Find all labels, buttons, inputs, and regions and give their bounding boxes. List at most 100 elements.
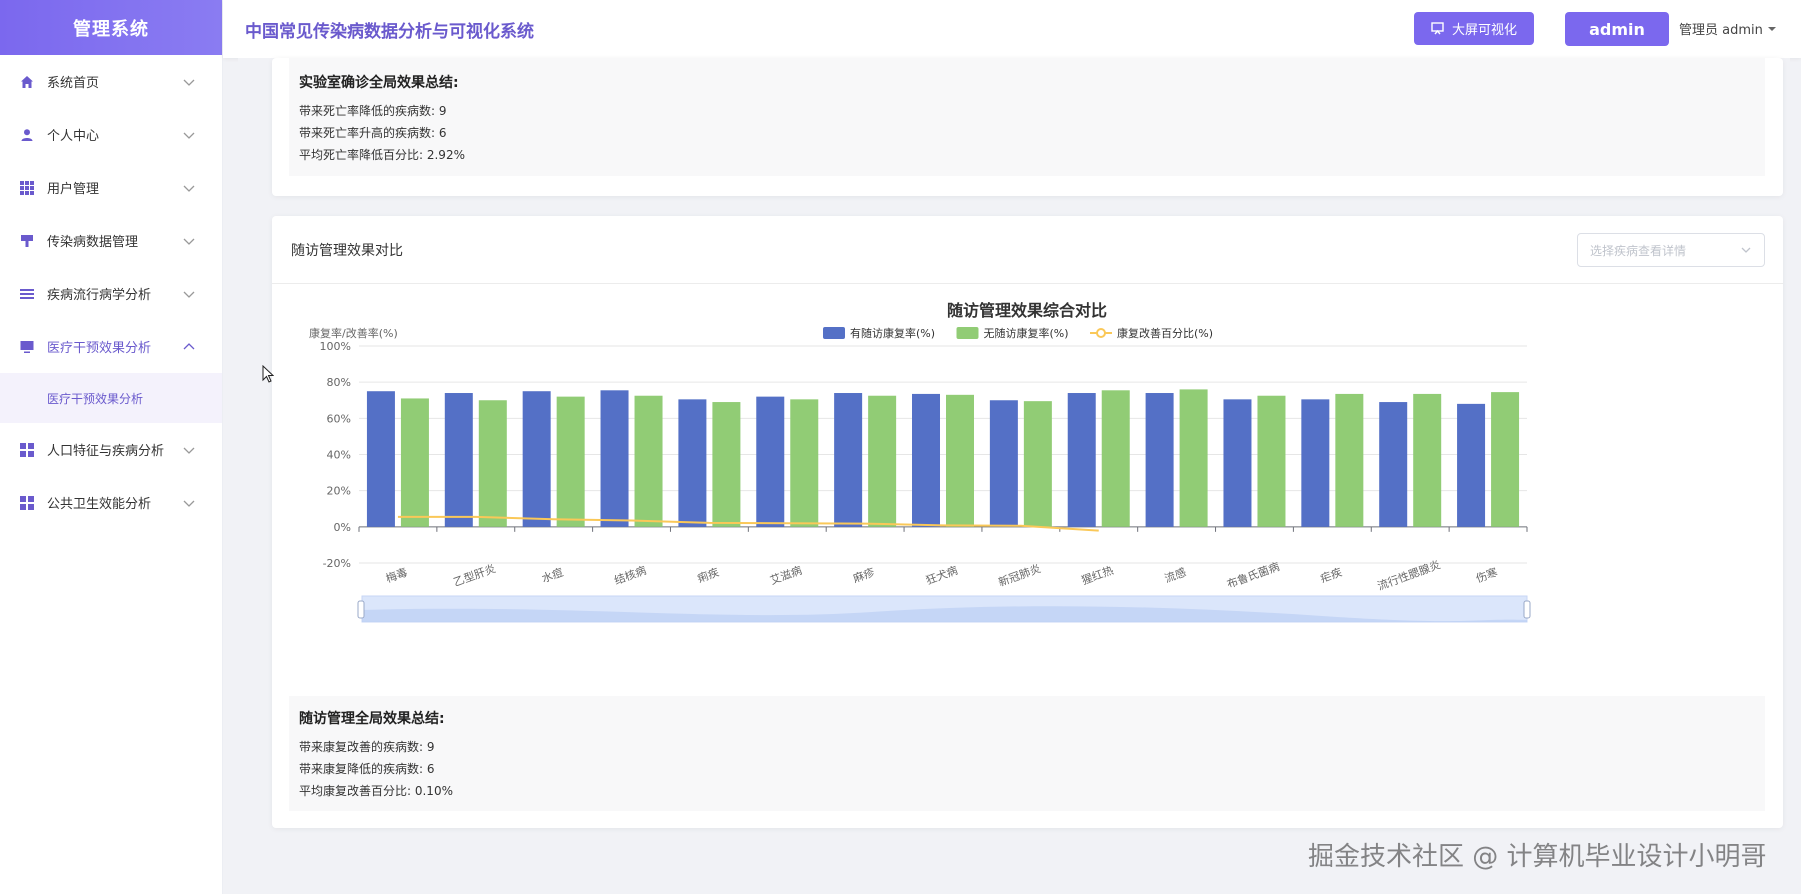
legend-swatch — [1096, 328, 1106, 338]
page-title: 中国常见传染病数据分析与可视化系统 — [245, 21, 534, 42]
chart-bar — [1145, 393, 1174, 527]
sidebar-item-users[interactable]: 用户管理 — [0, 161, 222, 214]
followup-card: 随访管理效果对比 选择疾病查看详情 随访管理效果综合对比 有随访康复率(%) 无随访… — [272, 216, 1783, 828]
sidebar-item-label: 系统首页 — [47, 76, 100, 91]
sidebar-item-label: 医疗干预效果分析 — [47, 341, 152, 356]
sidebar-item-disease-data[interactable]: 传染病数据管理 — [0, 214, 222, 267]
y-tick-label: 80% — [327, 376, 351, 389]
big-screen-button[interactable]: 大屏可视化 — [1414, 12, 1534, 45]
x-tick-label: 布鲁氏菌病 — [1225, 559, 1281, 591]
watermark-text: 掘金技术社区 @ 计算机毕业设计小明哥 — [1308, 842, 1767, 872]
chart-bar — [400, 398, 429, 527]
watermark: 掘金技术社区 @ 计算机毕业设计小明哥 — [1308, 836, 1767, 873]
sidebar-item-profile[interactable]: 个人中心 — [0, 108, 222, 161]
sidebar-item-demographics[interactable]: 人口特征与疾病分析 — [0, 423, 222, 476]
chart-bar — [912, 393, 940, 527]
chart-bar — [1335, 393, 1364, 527]
chart-bar — [678, 399, 707, 527]
legend-label: 无随访康复率(%) — [984, 326, 1069, 340]
chevron-down-icon — [183, 291, 195, 298]
chart-bar — [1491, 392, 1520, 527]
sidebar-item-label: 人口特征与疾病分析 — [47, 444, 165, 459]
y-tick-label: 60% — [327, 412, 351, 425]
x-tick-label: 艾滋病 — [768, 563, 804, 587]
chart-bar — [444, 393, 473, 527]
chart-bar — [634, 395, 663, 527]
datazoom-handle-left — [357, 600, 365, 619]
x-tick-label: 水痘 — [540, 565, 565, 586]
chevron-down-icon — [183, 447, 195, 454]
apps-icon — [20, 495, 34, 510]
caret-down-icon — [1767, 26, 1776, 31]
apps-icon — [20, 442, 34, 457]
chevron-down-icon — [183, 238, 195, 245]
mouse-cursor-icon — [262, 365, 274, 383]
disease-select-placeholder: 选择疾病查看详情 — [1590, 243, 1687, 258]
sidebar-item-public-health[interactable]: 公共卫生效能分析 — [0, 476, 222, 529]
chart-bar — [556, 396, 585, 527]
brush-icon — [20, 234, 34, 248]
followup-summary-line: 带来康复改善的疾病数: 9 — [299, 740, 435, 754]
lab-summary-title: 实验室确诊全局效果总结: — [299, 75, 459, 91]
chart-bar — [1101, 390, 1130, 527]
y-tick-label: -20% — [323, 557, 351, 570]
main-content: 实验室确诊全局效果总结: 带来死亡率降低的疾病数: 9 带来死亡率升高的疾病数:… — [238, 58, 1790, 894]
chart-bar — [1413, 393, 1442, 527]
followup-chart: 随访管理效果综合对比有随访康复率(%) 无随访康复率(%) 康复改善百分比(%) 康复… — [309, 301, 1531, 623]
x-tick-label: 结核病 — [612, 563, 648, 587]
monitor-icon — [20, 340, 34, 354]
sidebar: 管理系统 系统首页 个人中心 用户管理 传染病数据管理 疾病流行病学分析 医疗干… — [0, 0, 223, 894]
sidebar-item-label: 传染病数据管理 — [47, 235, 139, 250]
legend-swatch — [823, 327, 845, 339]
grid-icon — [20, 180, 34, 195]
chevron-down-icon — [183, 185, 195, 192]
followup-card-header: 随访管理效果对比 选择疾病查看详情 — [272, 216, 1783, 284]
followup-summary: 随访管理全局效果总结: 带来康复改善的疾病数: 9 带来康复降低的疾病数: 6 … — [289, 696, 1765, 811]
lab-summary-line: 带来死亡率降低的疾病数: 9 — [299, 104, 447, 118]
disease-select[interactable]: 选择疾病查看详情 — [1577, 233, 1765, 267]
lab-summary: 实验室确诊全局效果总结: 带来死亡率降低的疾病数: 9 带来死亡率升高的疾病数:… — [289, 58, 1765, 176]
chart-bar — [790, 399, 819, 527]
chart-bar — [712, 402, 741, 527]
chevron-up-icon — [183, 342, 195, 349]
sidebar-item-label: 用户管理 — [47, 182, 100, 197]
chevron-down-icon — [1741, 247, 1751, 253]
chart-bar — [1067, 393, 1096, 527]
chart-bar — [946, 394, 974, 527]
brand-title: 管理系统 — [0, 0, 222, 55]
sidebar-item-epidemiology[interactable]: 疾病流行病学分析 — [0, 267, 222, 320]
x-tick-label: 梅毒 — [384, 565, 409, 586]
chart-bar — [1457, 403, 1486, 527]
admin-button[interactable]: admin — [1565, 12, 1669, 46]
chart-bar — [989, 400, 1018, 527]
sidebar-item-home[interactable]: 系统首页 — [0, 55, 222, 108]
legend-label: 有随访康复率(%) — [850, 326, 935, 340]
big-screen-label: 大屏可视化 — [1451, 23, 1517, 38]
list-icon — [20, 287, 34, 301]
sidebar-item-intervention[interactable]: 医疗干预效果分析 — [0, 320, 222, 373]
x-tick-label: 伤寒 — [1474, 565, 1499, 586]
user-menu[interactable]: 管理员 admin — [1679, 19, 1777, 38]
y-tick-label: 20% — [327, 485, 351, 498]
chart-bar — [522, 391, 551, 527]
chevron-down-icon — [183, 500, 195, 507]
lab-summary-line: 平均死亡率降低百分比: 2.92% — [299, 148, 465, 162]
x-tick-label: 疟疾 — [1318, 565, 1343, 586]
chart-bar — [1223, 399, 1252, 527]
chart-bar — [478, 400, 507, 527]
chart-bar — [1257, 395, 1286, 527]
home-icon — [20, 75, 34, 89]
sidebar-item-label: 个人中心 — [47, 129, 100, 144]
lab-summary-line: 带来死亡率升高的疾病数: 6 — [299, 126, 447, 140]
sidebar-subitem-intervention-analysis[interactable]: 医疗干预效果分析 — [0, 373, 222, 423]
x-tick-label: 痢疾 — [695, 565, 720, 586]
y-tick-label: 40% — [327, 449, 351, 462]
x-tick-label: 流感 — [1163, 565, 1188, 586]
chart-bar — [1179, 389, 1208, 527]
sidebar-item-label: 公共卫生效能分析 — [47, 497, 152, 512]
sidebar-item-label: 疾病流行病学分析 — [47, 288, 152, 303]
x-tick-label: 麻疹 — [851, 565, 876, 586]
chart-bar — [600, 390, 629, 527]
screen-icon — [1431, 22, 1444, 35]
followup-card-title: 随访管理效果对比 — [291, 242, 403, 259]
